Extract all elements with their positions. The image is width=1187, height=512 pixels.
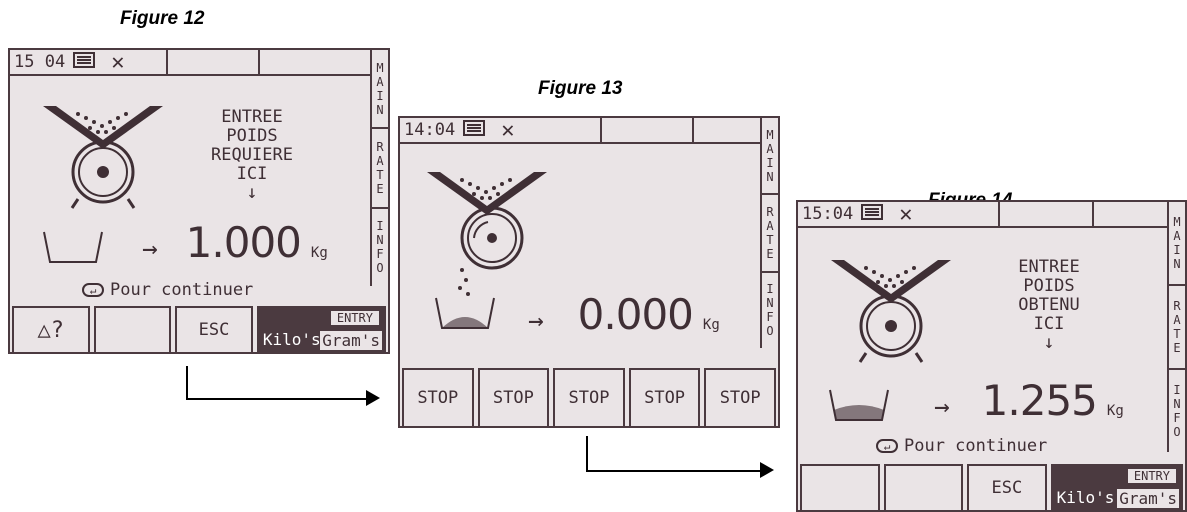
softkey-bar: ESC ENTRY Kilo's Gram's (798, 464, 1185, 510)
weight-value: 0.000 (577, 290, 694, 339)
status-cell-3 (1094, 202, 1164, 226)
kilo-option: Kilo's (262, 330, 321, 349)
time-readout: 15 04 (14, 52, 66, 72)
tab-info[interactable]: INFO (762, 273, 778, 348)
status-cell-3 (260, 50, 370, 74)
gram-option: Gram's (320, 331, 382, 350)
status-cell-2 (1000, 202, 1094, 226)
softkey-bar: △? ESC ENTRY Kilo's Gram's (10, 306, 388, 352)
weight-readout: → 1.255 Kg (934, 376, 1124, 425)
status-time-cell: 15:04 ✕ (798, 201, 1000, 227)
weight-readout: → 0.000 Kg (528, 290, 720, 339)
tab-rate[interactable]: RATE (762, 195, 778, 273)
status-time-cell: 15 04 ✕ (10, 49, 168, 75)
stop-button-3[interactable]: STOP (553, 368, 625, 426)
kilo-option: Kilo's (1056, 488, 1115, 507)
bucket-icon (43, 231, 103, 263)
entry-units-button[interactable]: ENTRY Kilo's Gram's (1050, 464, 1183, 510)
tab-rate[interactable]: RATE (372, 129, 388, 209)
warning-help-button[interactable]: △? (12, 306, 90, 352)
connector-arrow-12-13 (186, 366, 368, 400)
continue-prompt: ↵ Pour continuer (876, 436, 1047, 456)
weight-unit: Kg (702, 317, 720, 333)
stop-button-4[interactable]: STOP (628, 368, 701, 426)
enter-icon: ↵ (82, 283, 104, 297)
right-arrow-icon: → (528, 306, 544, 336)
gram-option: Gram's (1117, 489, 1179, 508)
status-bar: 15 04 ✕ (10, 50, 370, 76)
figure-12-screen: 15 04 ✕ MAIN RATE INFO ENTREE POIDS REQU… (8, 48, 390, 354)
tab-main[interactable]: MAIN (372, 50, 388, 130)
down-arrow-icon: ↓ (1043, 332, 1055, 353)
tab-main[interactable]: MAIN (1169, 202, 1185, 286)
figure-12-title: Figure 12 (120, 8, 205, 29)
instruction-message: ENTREE POIDS REQUIERE ICI ↓ (192, 108, 312, 202)
arrowhead-13-14 (760, 462, 774, 478)
status-cell-2 (602, 118, 694, 142)
tab-main[interactable]: MAIN (762, 118, 778, 196)
esc-button[interactable]: ESC (175, 306, 253, 352)
battery-icon (463, 119, 493, 141)
side-tabs: MAIN RATE INFO (370, 50, 388, 286)
weight-unit: Kg (1106, 403, 1124, 419)
bucket-full-icon (829, 389, 889, 421)
enter-icon: ↵ (876, 439, 898, 453)
weight-unit: Kg (310, 245, 328, 261)
arrowhead-12-13 (366, 390, 380, 406)
figure-14-screen: 15:04 ✕ MAIN RATE INFO ENTREE POIDS OBTE… (796, 200, 1187, 512)
tab-info[interactable]: INFO (1169, 370, 1185, 452)
right-arrow-icon: → (934, 392, 950, 422)
connector-arrow-13-14 (586, 436, 762, 472)
battery-icon (861, 203, 891, 225)
close-x-icon: ✕ (899, 201, 913, 227)
entry-units-button[interactable]: ENTRY Kilo's Gram's (256, 306, 386, 352)
weight-value: 1.255 (981, 376, 1098, 425)
figure-13-title: Figure 13 (538, 78, 623, 99)
blank-softkey-2[interactable] (883, 464, 964, 510)
side-tabs: MAIN RATE INFO (1167, 202, 1185, 452)
down-arrow-icon: ↓ (246, 182, 258, 203)
hopper-drum-icon (831, 260, 951, 363)
right-arrow-icon: → (142, 234, 158, 264)
weight-readout: → 1.000 Kg (142, 218, 328, 267)
bucket-filling-icon (435, 297, 495, 329)
status-bar: 15:04 ✕ (798, 202, 1167, 228)
status-bar: 14:04 ✕ (400, 118, 760, 144)
weight-value: 1.000 (185, 218, 302, 267)
stop-button-1[interactable]: STOP (402, 368, 474, 426)
battery-icon (73, 51, 103, 73)
status-cell-3 (694, 118, 760, 142)
figure-13-screen: 14:04 ✕ MAIN RATE INFO → 0.000 Kg STOP S… (398, 116, 780, 428)
tab-info[interactable]: INFO (372, 209, 388, 286)
esc-button[interactable]: ESC (967, 464, 1047, 510)
continue-prompt: ↵ Pour continuer (82, 280, 253, 300)
side-tabs: MAIN RATE INFO (760, 118, 778, 348)
hopper-drum-icon (43, 106, 163, 209)
time-readout: 15:04 (802, 204, 854, 224)
close-x-icon: ✕ (501, 117, 515, 143)
entry-label: ENTRY (1126, 468, 1177, 484)
blank-softkey[interactable] (93, 306, 172, 352)
stop-button-2[interactable]: STOP (477, 368, 550, 426)
status-time-cell: 14:04 ✕ (400, 117, 602, 143)
time-readout: 14:04 (404, 120, 456, 140)
entry-label: ENTRY (329, 310, 380, 326)
stop-button-5[interactable]: STOP (704, 368, 776, 426)
instruction-message: ENTREE POIDS OBTENU ICI ↓ (994, 258, 1104, 352)
tab-rate[interactable]: RATE (1169, 286, 1185, 370)
blank-softkey-1[interactable] (800, 464, 880, 510)
softkey-bar: STOP STOP STOP STOP STOP (400, 368, 778, 426)
status-cell-2 (168, 50, 260, 74)
close-x-icon: ✕ (111, 49, 125, 75)
